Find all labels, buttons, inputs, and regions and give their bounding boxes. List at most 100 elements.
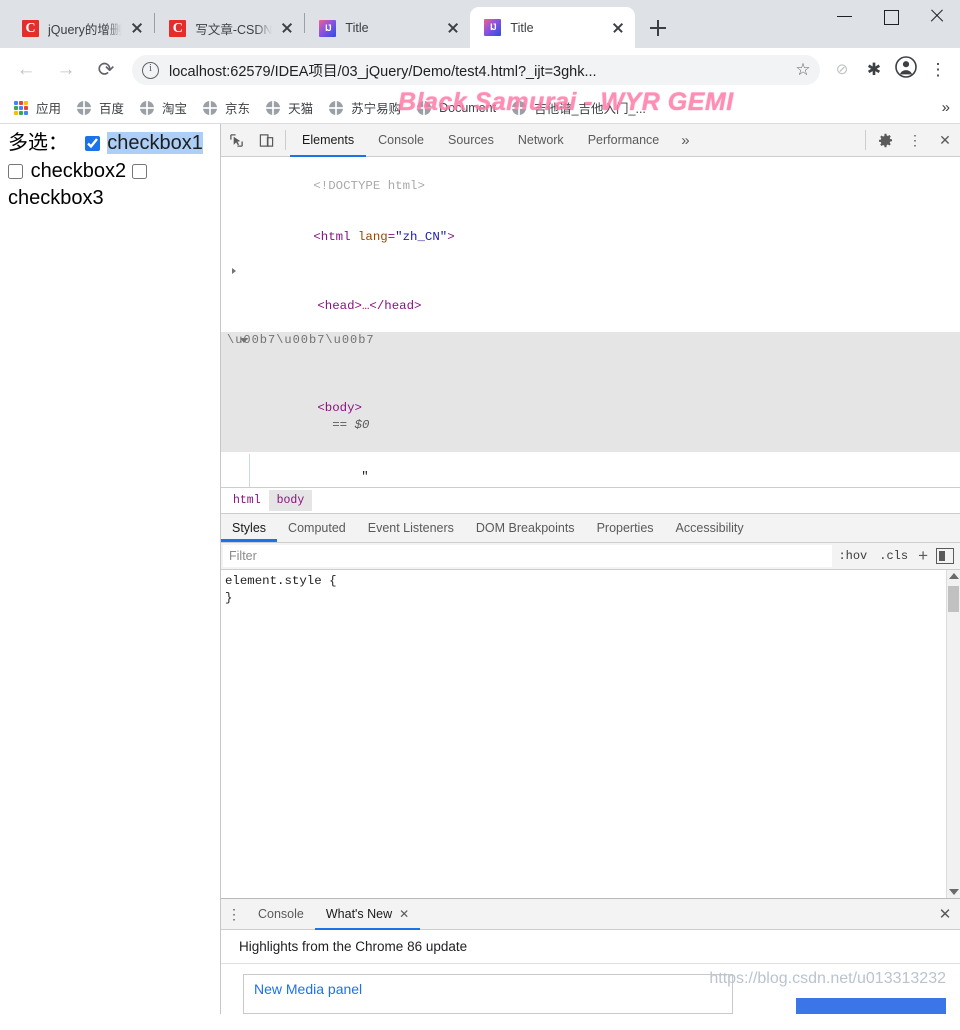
tab-sources[interactable]: Sources: [436, 124, 506, 156]
inspect-element-icon[interactable]: [221, 124, 251, 156]
browser-menu-icon[interactable]: ⋮: [924, 56, 952, 84]
browser-tab-2[interactable]: C 写文章-CSDN: [155, 8, 304, 48]
close-icon[interactable]: ✕: [399, 907, 409, 921]
bookmark-label: 京东: [225, 102, 251, 116]
drawer-tab-console[interactable]: Console: [247, 899, 315, 929]
site-info-icon[interactable]: [142, 61, 159, 79]
drawer-tab-whats-new[interactable]: What's New ✕: [314, 899, 421, 930]
scroll-up-icon[interactable]: [949, 572, 959, 579]
more-options-icon[interactable]: \u00b7\u00b7\u00b7: [227, 332, 375, 349]
forward-arrow-icon[interactable]: →: [51, 55, 81, 85]
csdn-icon: C: [169, 19, 187, 37]
filter-input[interactable]: [223, 544, 833, 567]
whats-new-card[interactable]: New Media panel: [243, 974, 733, 1014]
browser-tab-4[interactable]: Title: [470, 7, 636, 48]
profile-avatar-icon[interactable]: [892, 56, 920, 84]
bookmark-item-jd[interactable]: 京东: [195, 96, 258, 119]
toggle-sidebar-icon[interactable]: [936, 547, 954, 564]
gear-icon[interactable]: [870, 124, 900, 156]
divider: [285, 130, 286, 150]
tab-event-listeners[interactable]: Event Listeners: [357, 514, 465, 542]
browser-tab-1[interactable]: C jQuery的增删: [8, 8, 154, 48]
close-icon[interactable]: [278, 19, 296, 37]
bookmark-label: 应用: [36, 102, 62, 116]
dom-text-node[interactable]: ": [221, 452, 960, 487]
tab-elements[interactable]: Elements: [290, 124, 367, 157]
tab-styles[interactable]: Styles: [221, 514, 278, 542]
share-icon[interactable]: ⊘: [828, 56, 856, 84]
chevron-down-icon[interactable]: [240, 337, 248, 343]
whats-new-card-title[interactable]: New Media panel: [254, 981, 722, 997]
address-bar[interactable]: localhost:62579/IDEA项目/03_jQuery/Demo/te…: [132, 55, 820, 85]
page-content: 多选： checkbox1 checkbox2 checkbox3: [8, 130, 212, 213]
scrollbar-thumb[interactable]: [948, 585, 959, 612]
dom-node-doctype[interactable]: <!DOCTYPE html>: [221, 161, 960, 212]
bookmark-item-guitar[interactable]: 吉他谱_吉他入门_...: [504, 96, 654, 119]
maximize-button[interactable]: [868, 0, 914, 32]
body-selected-marker: == $0: [332, 418, 370, 433]
whats-new-body: New Media panel https://blog.csdn.net/u0…: [221, 964, 960, 1014]
extensions-icon[interactable]: ✱: [860, 56, 888, 84]
dom-tree[interactable]: <!DOCTYPE html> <html lang="zh_CN"> <hea…: [221, 157, 960, 487]
styles-pane[interactable]: element.style { }: [221, 569, 960, 898]
tab-properties[interactable]: Properties: [586, 514, 665, 542]
bookmark-item-suning[interactable]: 苏宁易购: [321, 96, 409, 119]
bookmarks-overflow-icon[interactable]: »: [942, 99, 950, 116]
dom-node-body[interactable]: \u00b7\u00b7\u00b7 <body> == $0: [221, 331, 960, 452]
browser-window: C jQuery的增删 C 写文章-CSDN Title Title: [0, 0, 960, 1030]
breadcrumb-item-body[interactable]: body: [268, 489, 313, 511]
cls-button[interactable]: .cls: [873, 549, 914, 563]
close-icon[interactable]: [609, 19, 627, 37]
browser-toolbar: ← → ⟳ localhost:62579/IDEA项目/03_jQuery/D…: [0, 48, 960, 92]
bookmark-item-tmall[interactable]: 天猫: [258, 96, 321, 119]
globe-icon: [140, 100, 155, 115]
bookmark-label: 淘宝: [162, 102, 188, 116]
new-style-rule-button[interactable]: +: [914, 547, 932, 564]
styles-scrollbar[interactable]: [946, 569, 960, 898]
close-icon[interactable]: [128, 19, 146, 37]
tab-console[interactable]: Console: [366, 124, 436, 156]
tab-accessibility[interactable]: Accessibility: [665, 514, 755, 542]
browser-tab-3[interactable]: Title: [305, 8, 470, 48]
dom-node-head[interactable]: <head>…</head>: [221, 264, 960, 332]
breadcrumb-item-html[interactable]: html: [225, 490, 269, 511]
drawer-close-icon[interactable]: ✕: [930, 899, 960, 929]
device-toolbar-icon[interactable]: [251, 124, 281, 156]
tab-dom-breakpoints[interactable]: DOM Breakpoints: [465, 514, 586, 542]
more-tabs-icon[interactable]: »: [671, 124, 699, 156]
drawer-menu-icon[interactable]: ⋮: [221, 899, 247, 929]
multi-select-label: 多选：: [8, 132, 68, 154]
new-tab-button[interactable]: [643, 13, 673, 43]
watermark-bottom: https://blog.csdn.net/u013313232: [709, 970, 946, 987]
tab-title: jQuery的增删: [48, 22, 123, 37]
url-text: localhost:62579/IDEA项目/03_jQuery/Demo/te…: [169, 63, 597, 80]
checkbox-1[interactable]: [84, 136, 100, 151]
intellij-icon: [484, 19, 502, 36]
chevron-right-icon[interactable]: [232, 267, 236, 274]
reload-icon[interactable]: ⟳: [91, 55, 121, 85]
tab-computed[interactable]: Computed: [277, 514, 357, 542]
devtools-panel: Elements Console Sources Network Perform…: [221, 124, 960, 1014]
checkbox-3[interactable]: [131, 163, 147, 179]
bookmark-apps[interactable]: 应用: [6, 96, 69, 119]
minimize-button[interactable]: [822, 0, 868, 32]
hov-button[interactable]: :hov: [832, 549, 873, 563]
close-icon[interactable]: [444, 19, 462, 37]
devtools-close-icon[interactable]: ✕: [930, 124, 960, 156]
breadcrumb: html body: [221, 486, 960, 513]
devtools-menu-icon[interactable]: ⋮: [900, 124, 930, 156]
back-arrow-icon[interactable]: ←: [11, 55, 41, 85]
devtools-tab-list: Elements Console Sources Network Perform…: [290, 124, 700, 157]
divider: [865, 130, 866, 150]
tab-performance[interactable]: Performance: [576, 124, 672, 156]
dom-node-html[interactable]: <html lang="zh_CN">: [221, 212, 960, 263]
checkbox-2[interactable]: [8, 163, 23, 179]
bookmark-star-icon[interactable]: ☆: [792, 59, 814, 81]
bookmark-item-document[interactable]: Document: [409, 99, 504, 117]
bookmark-item-baidu[interactable]: 百度: [69, 96, 132, 119]
window-close-button[interactable]: [914, 0, 960, 32]
text-quote: ": [361, 469, 369, 484]
scroll-down-icon[interactable]: [949, 889, 959, 895]
tab-network[interactable]: Network: [506, 124, 576, 156]
bookmark-item-taobao[interactable]: 淘宝: [132, 96, 195, 119]
